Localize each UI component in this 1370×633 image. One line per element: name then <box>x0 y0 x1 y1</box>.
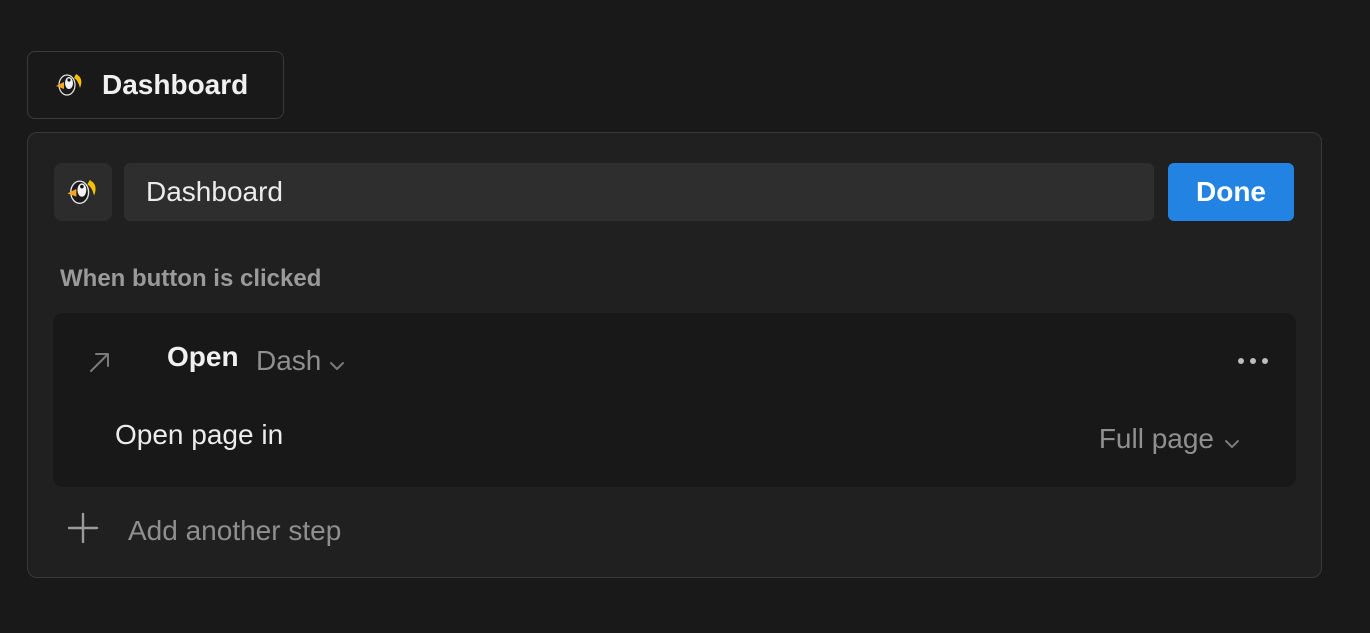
button-block-label: Dashboard <box>102 69 249 100</box>
button-name-input[interactable] <box>124 163 1154 221</box>
open-page-in-dropdown[interactable]: Full page <box>1099 421 1240 457</box>
add-another-step-label: Add another step <box>128 514 342 546</box>
step-card: Open Dash Open page in Full page <box>53 313 1296 487</box>
add-another-step-button[interactable]: Add another step <box>66 511 341 550</box>
step-target-dropdown[interactable]: Dash <box>256 343 345 379</box>
open-page-in-label: Open page in <box>115 419 284 450</box>
toucan-icon <box>52 68 88 103</box>
step-target-value: Dash <box>256 345 322 376</box>
more-options-icon[interactable] <box>1233 351 1273 371</box>
arrow-up-right-icon <box>87 349 113 380</box>
plus-icon <box>66 511 100 550</box>
done-button[interactable]: Done <box>1168 163 1294 221</box>
step-action-label: Open <box>167 341 239 372</box>
chevron-down-icon <box>329 347 345 379</box>
open-page-in-value: Full page <box>1098 423 1214 454</box>
icon-picker-button[interactable] <box>54 163 112 221</box>
toucan-icon <box>63 173 103 212</box>
dashboard-button-block[interactable]: Dashboard <box>27 51 284 119</box>
button-editor-panel: Done When button is clicked Open Dash Op… <box>27 132 1322 578</box>
trigger-label: When button is clicked <box>60 265 322 292</box>
chevron-down-icon <box>1224 425 1240 457</box>
